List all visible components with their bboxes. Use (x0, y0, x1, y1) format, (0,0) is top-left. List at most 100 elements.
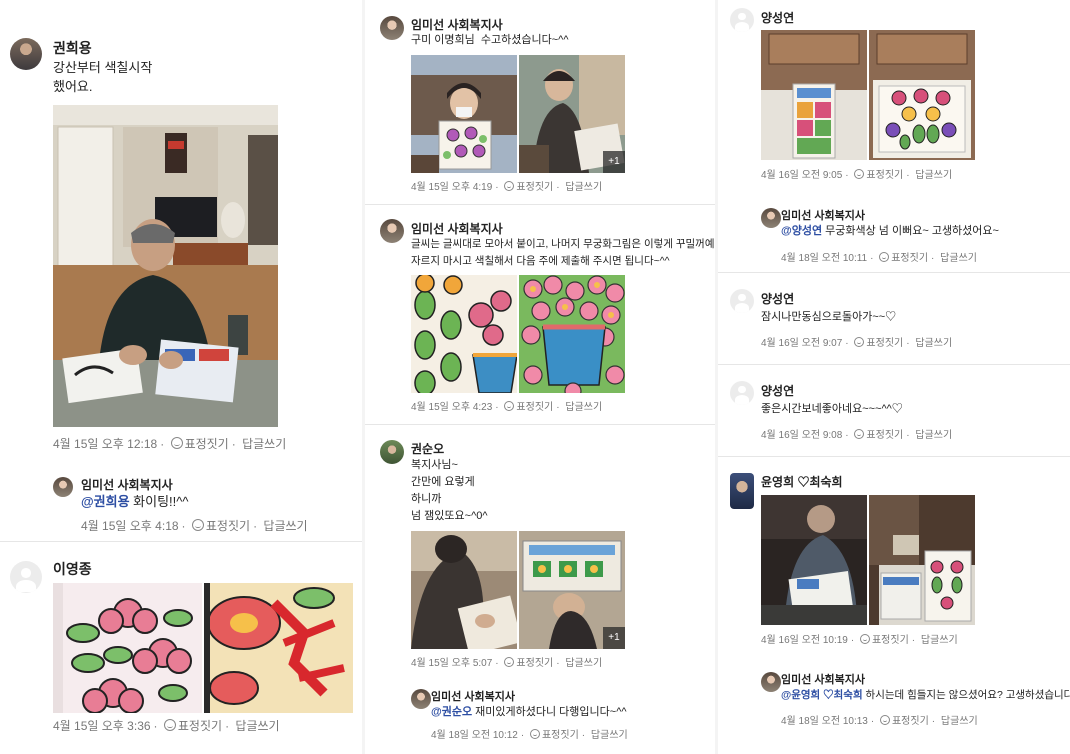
mention-link[interactable]: @권순오 (431, 706, 472, 718)
avatar[interactable] (53, 477, 73, 497)
smile-icon (854, 169, 865, 179)
reply-button[interactable]: 답글쓰기 (915, 170, 952, 181)
post-time: 4월 15일 오후 5:07 (411, 658, 493, 669)
reply-button[interactable]: 답글쓰기 (565, 658, 602, 669)
post-author[interactable]: 양성연 (761, 382, 794, 399)
post-author[interactable]: 임미선 사회복지사 (411, 220, 503, 237)
react-button[interactable]: 표정짓기 (859, 634, 909, 646)
post-text: 강산부터 색칠시작 했어요. (53, 60, 153, 94)
react-button[interactable]: 표정짓기 (854, 429, 903, 441)
react-button[interactable]: 표정짓기 (191, 519, 250, 533)
react-button[interactable]: 표정짓기 (163, 719, 222, 733)
avatar[interactable] (761, 672, 781, 692)
smile-icon (529, 729, 540, 739)
reply-author[interactable]: 임미선 사회복지사 (81, 476, 173, 493)
post-photo[interactable] (761, 30, 867, 160)
react-button[interactable]: 표정짓기 (854, 337, 903, 349)
post-photo[interactable] (869, 30, 975, 160)
post-time: 4월 16일 오전 9:07 (761, 338, 843, 349)
post-meta: 4월 16일 오전 9:08 · 표정짓기 · 답글쓰기 (761, 429, 953, 441)
avatar[interactable] (10, 561, 42, 593)
smile-icon (191, 519, 204, 531)
react-button[interactable]: 표정짓기 (879, 252, 928, 264)
reply-button[interactable]: 답글쓰기 (941, 716, 978, 727)
avatar[interactable] (380, 16, 404, 40)
post-photo[interactable]: +1 (519, 531, 625, 649)
reply-button[interactable]: 답글쓰기 (565, 182, 602, 193)
react-button[interactable]: 표정짓기 (854, 169, 903, 181)
post-author[interactable]: 권희용 (53, 38, 92, 58)
reply-button[interactable]: 답글쓰기 (915, 338, 952, 349)
post-photo[interactable] (204, 583, 353, 713)
post-photo[interactable] (411, 275, 517, 393)
photo-flower-basket (519, 275, 625, 393)
reply-text: @윤영희 ♡최숙희 하시는데 힘들지는 않으셨어요? 고생하셨습니다^^ (781, 689, 1070, 701)
avatar[interactable] (730, 289, 754, 313)
post-author[interactable]: 양성연 (761, 9, 794, 26)
post-text: 구미 이명희님 수고하셨습니다~^^ (411, 34, 569, 46)
reply-button[interactable]: 답글쓰기 (263, 519, 307, 533)
post-photo[interactable] (53, 583, 202, 713)
post-photo[interactable] (869, 495, 975, 625)
post-photo[interactable] (761, 495, 867, 625)
avatar[interactable] (730, 381, 754, 405)
post-author[interactable]: 임미선 사회복지사 (411, 16, 503, 33)
react-button[interactable]: 표정짓기 (504, 657, 553, 669)
more-photos-badge[interactable]: +1 (603, 627, 625, 649)
post-meta: 4월 16일 오전 10:19 · 표정짓기 · 답글쓰기 (761, 634, 958, 646)
post-time: 4월 15일 오후 4:19 (411, 182, 493, 193)
post-photo[interactable] (411, 531, 517, 649)
reply-button[interactable]: 답글쓰기 (921, 635, 958, 646)
react-button[interactable]: 표정짓기 (170, 437, 229, 451)
react-button[interactable]: 표정짓기 (879, 715, 929, 727)
avatar[interactable] (411, 689, 431, 709)
mention-link[interactable]: @권희용 (81, 494, 130, 509)
reply-meta: 4월 18일 오전 10:12 · 표정짓기 · 답글쓰기 (431, 729, 628, 741)
post-author[interactable]: 이영종 (53, 559, 92, 579)
avatar[interactable] (380, 219, 404, 243)
post-photo[interactable] (53, 105, 278, 427)
post-card: 임미선 사회복지사 구미 이명희님 수고하셨습니다~^^ +1 4월 15일 오… (365, 0, 715, 205)
post-card: 임미선 사회복지사 글씨는 글씨대로 모아서 붙이고, 나머지 무궁화그림은 이… (365, 205, 715, 425)
reply-button[interactable]: 답글쓰기 (565, 402, 602, 413)
post-text: 복지사님~ 간만에 요렇게 하니까 넘 잼있또요~^0^ (411, 459, 488, 522)
post-author[interactable]: 윤영희 ♡최숙희 (761, 473, 843, 490)
react-button[interactable]: 표정짓기 (504, 181, 553, 193)
avatar[interactable] (730, 8, 754, 32)
reply-author[interactable]: 임미선 사회복지사 (431, 688, 515, 704)
react-button[interactable]: 표정짓기 (529, 729, 579, 741)
reply-author[interactable]: 임미선 사회복지사 (781, 207, 865, 223)
avatar[interactable] (761, 208, 781, 228)
mention-link[interactable]: @양성연 (781, 225, 822, 237)
photo-man-coloring (53, 105, 278, 427)
photo-drawings-on-table (869, 495, 975, 625)
post-meta: 4월 15일 오후 4:23 · 표정짓기 · 답글쓰기 (411, 401, 603, 413)
post-photo[interactable] (519, 275, 625, 393)
react-button[interactable]: 표정짓기 (504, 401, 553, 413)
reply-meta: 4월 18일 오전 10:13 · 표정짓기 · 답글쓰기 (781, 715, 978, 727)
reply-button[interactable]: 답글쓰기 (591, 730, 628, 741)
post-meta: 4월 16일 오전 9:07 · 표정짓기 · 답글쓰기 (761, 337, 953, 349)
reply-button[interactable]: 답글쓰기 (242, 437, 286, 451)
reply-button[interactable]: 답글쓰기 (940, 253, 977, 264)
smile-icon (504, 181, 515, 191)
post-photo[interactable] (411, 55, 517, 173)
more-photos-badge[interactable]: +1 (603, 151, 625, 173)
avatar[interactable] (380, 440, 404, 464)
reply-button[interactable]: 답글쓰기 (915, 430, 952, 441)
post-author[interactable]: 권순오 (411, 440, 444, 457)
reply-meta: 4월 15일 오후 4:18 · 표정짓기 · 답글쓰기 (81, 519, 308, 533)
reply-button[interactable]: 답글쓰기 (235, 719, 279, 733)
post-time: 4월 15일 오후 4:23 (411, 402, 493, 413)
mention-link[interactable]: @윤영희 ♡최숙희 (781, 689, 863, 701)
reply-time: 4월 15일 오후 4:18 (81, 519, 179, 533)
reply-author[interactable]: 임미선 사회복지사 (781, 671, 865, 687)
avatar[interactable] (730, 473, 754, 509)
feed-column-1: 권희용 강산부터 색칠시작 했어요. 4월 15일 오후 12:18 · 표정짓… (0, 0, 362, 754)
post-author[interactable]: 양성연 (761, 290, 794, 307)
post-card: 권희용 강산부터 색칠시작 했어요. 4월 15일 오후 12:18 · 표정짓… (0, 0, 362, 542)
post-meta: 4월 15일 오후 4:19 · 표정짓기 · 답글쓰기 (411, 181, 603, 193)
reply-meta: 4월 18일 오전 10:11 · 표정짓기 · 답글쓰기 (781, 252, 977, 264)
post-photo[interactable]: +1 (519, 55, 625, 173)
avatar[interactable] (10, 38, 42, 70)
